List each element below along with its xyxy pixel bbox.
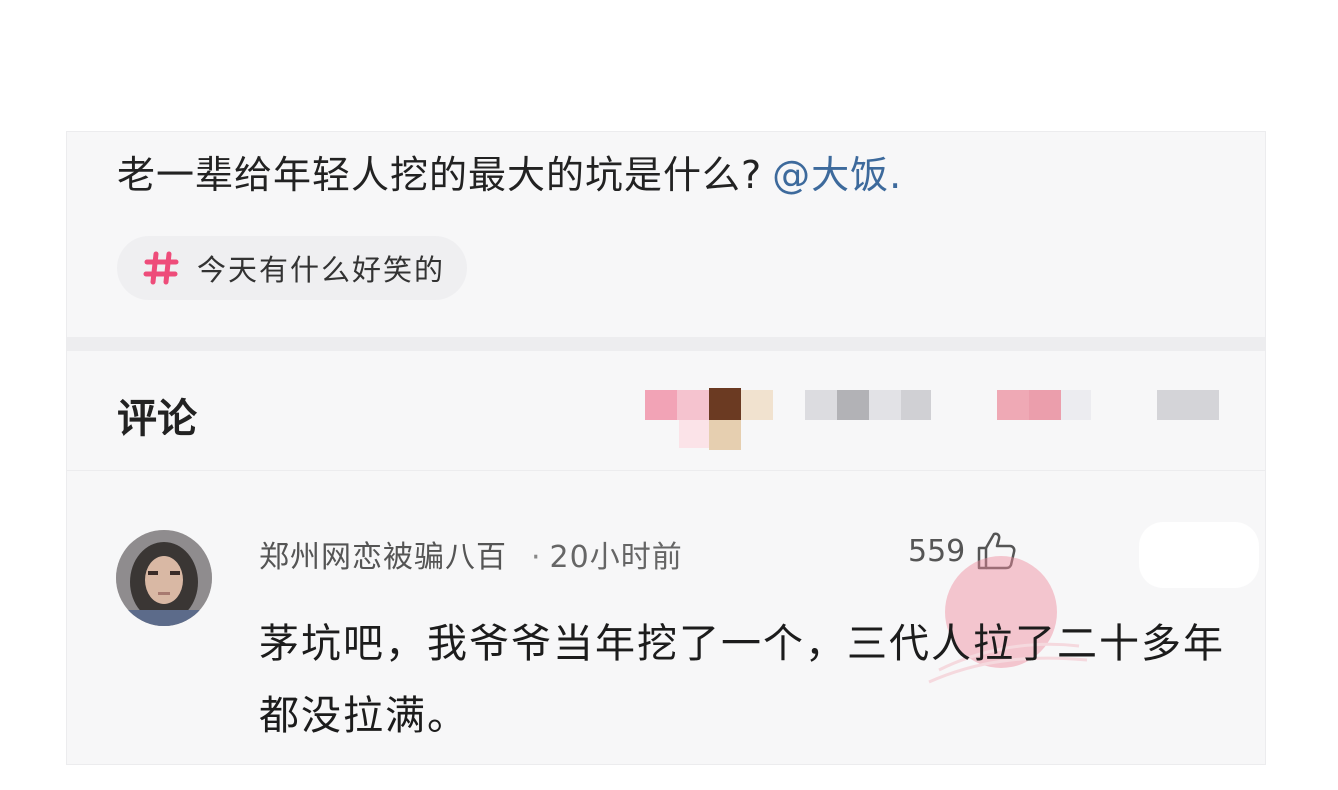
section-divider: [67, 337, 1265, 351]
post-title: 老一辈给年轻人挖的最大的坑是什么? @大饭.: [117, 150, 902, 200]
redacted-tab-1[interactable]: [645, 388, 773, 450]
comment-text: 茅坑吧，我爷爷当年挖了一个，三代人拉了二十多年都没拉满。: [259, 621, 1225, 739]
post-title-text: 老一辈给年轻人挖的最大的坑是什么?: [117, 153, 763, 197]
comment-meta: 郑州网恋被骗八百 · 20小时前: [259, 532, 683, 576]
heading-divider: [67, 470, 1265, 471]
mention-link[interactable]: @大饭.: [772, 153, 902, 197]
commenter-name[interactable]: 郑州网恋被骗八百: [259, 540, 507, 575]
meta-separator: ·: [531, 540, 542, 575]
topic-label: 今天有什么好笑的: [197, 253, 446, 287]
redacted-tab-3[interactable]: [997, 388, 1093, 420]
redacted-tab-4[interactable]: [1157, 388, 1221, 420]
redacted-tab-2[interactable]: [805, 388, 933, 420]
comment-time: 20小时前: [549, 540, 683, 575]
comments-heading: 评论: [117, 396, 197, 442]
avatar-image: [116, 530, 212, 626]
hashtag-icon: [143, 251, 179, 285]
post-card: 老一辈给年轻人挖的最大的坑是什么? @大饭. 今天有什么好笑的 评论 郑州网恋被…: [66, 131, 1266, 765]
avatar[interactable]: [116, 530, 212, 626]
topic-chip[interactable]: 今天有什么好笑的: [117, 236, 468, 300]
redacted-button[interactable]: [1139, 522, 1259, 588]
